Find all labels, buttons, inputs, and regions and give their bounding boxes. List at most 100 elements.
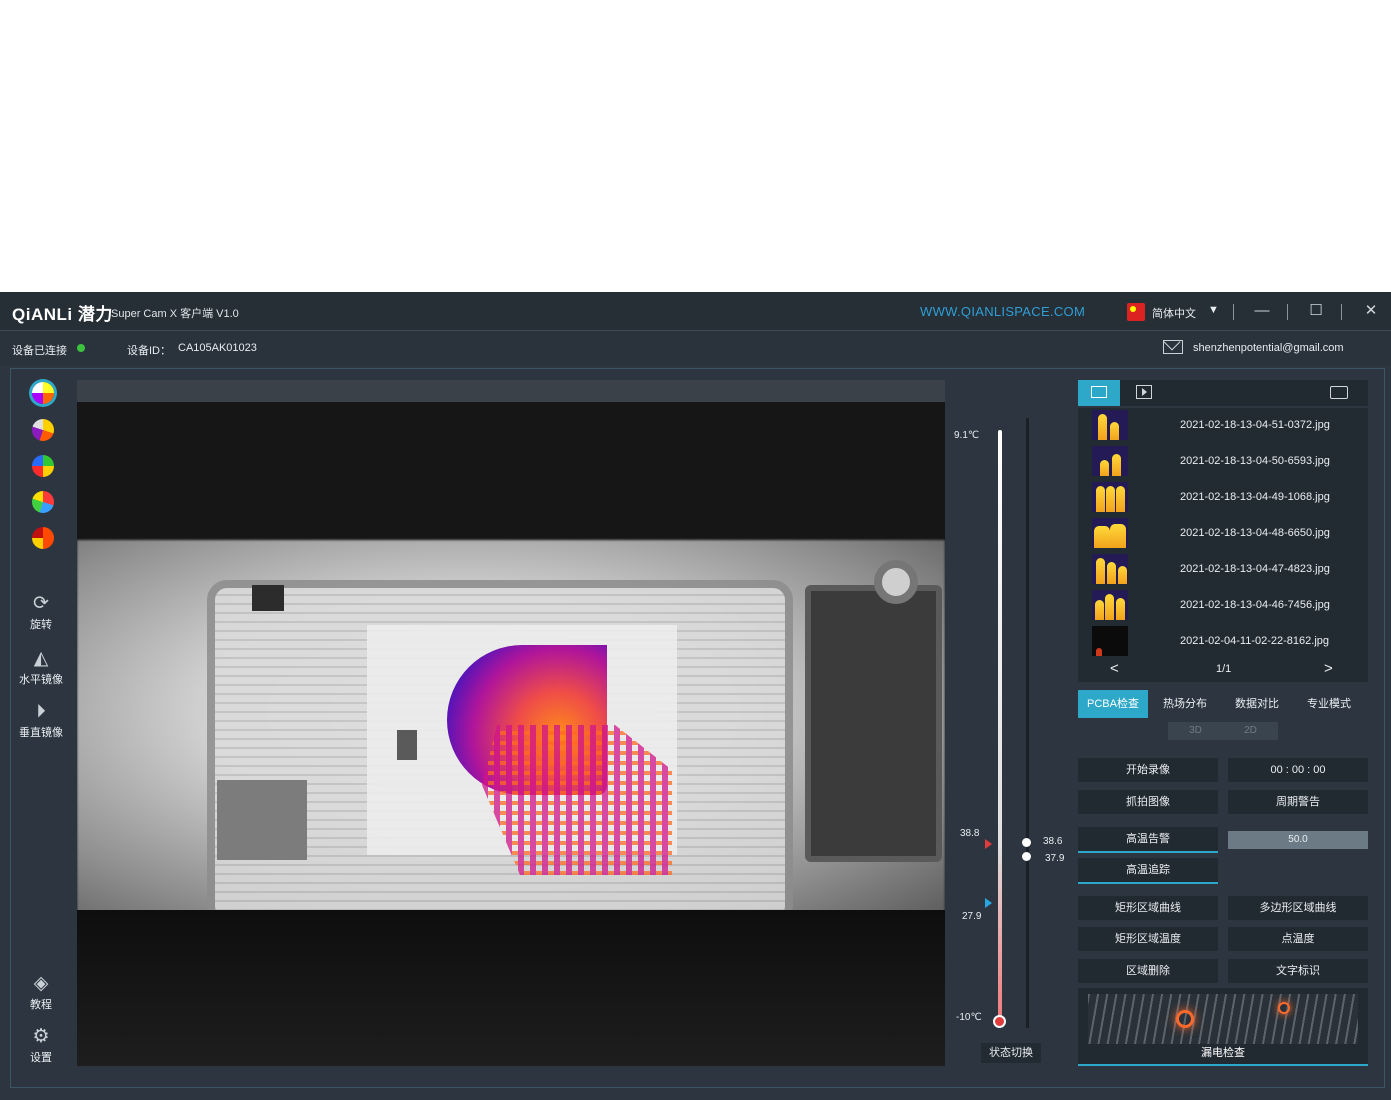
divider bbox=[1233, 304, 1234, 320]
chevron-down-icon[interactable]: ▼ bbox=[1208, 304, 1219, 316]
cursor-markers[interactable] bbox=[1010, 838, 1034, 862]
mirror-horizontal-label: 水平镜像 bbox=[19, 674, 63, 686]
text-mark-button[interactable]: 文字标识 bbox=[1228, 959, 1368, 983]
lower-threshold-marker[interactable] bbox=[985, 898, 992, 908]
snapshot-button[interactable]: 抓拍图像 bbox=[1078, 790, 1218, 814]
upper-threshold-marker[interactable] bbox=[985, 839, 992, 849]
palette-5-icon[interactable] bbox=[32, 527, 54, 549]
gallery-item[interactable]: 2021-02-04-11-02-22-8162.jpg bbox=[1078, 624, 1368, 660]
hotspot-glow-icon bbox=[1278, 1002, 1290, 1014]
device-id-value: CA105AK01023 bbox=[178, 342, 257, 354]
dimension-2d-option[interactable]: 2D bbox=[1223, 722, 1278, 740]
minimize-button[interactable]: — bbox=[1248, 298, 1276, 324]
status-dot-icon bbox=[77, 344, 85, 352]
start-record-button[interactable]: 开始录像 bbox=[1078, 758, 1218, 782]
gallery-item[interactable]: 2021-02-18-13-04-47-4823.jpg bbox=[1078, 552, 1368, 588]
connection-status: 设备已连接 bbox=[12, 345, 67, 357]
dimension-3d-option[interactable]: 3D bbox=[1168, 722, 1223, 740]
gallery-item[interactable]: 2021-02-18-13-04-49-1068.jpg bbox=[1078, 480, 1368, 516]
gallery-item-name: 2021-02-18-13-04-46-7456.jpg bbox=[1180, 599, 1330, 611]
chip bbox=[217, 780, 307, 860]
mirror-vertical-button[interactable]: ⏵ 垂直镜像 bbox=[12, 700, 70, 740]
tab-heat-distribution[interactable]: 热场分布 bbox=[1150, 690, 1220, 718]
left-toolbar: ⟳ 旋转 ◭ 水平镜像 ⏵ 垂直镜像 ◈ 教程 ⚙ 设置 bbox=[12, 372, 70, 1072]
state-switch-button[interactable]: 状态切换 bbox=[981, 1043, 1041, 1063]
status-bar: 设备已连接 设备ID： CA105AK01023 shenzhenpotenti… bbox=[0, 331, 1391, 365]
mode-tabs: PCBA检查 热场分布 数据对比 专业模式 bbox=[1078, 690, 1368, 718]
gallery-pager: < 1/1 > bbox=[1078, 660, 1368, 682]
china-flag-icon bbox=[1127, 303, 1145, 321]
divider bbox=[1341, 304, 1342, 320]
rect-temp-button[interactable]: 矩形区域温度 bbox=[1078, 927, 1218, 951]
gallery-item[interactable]: 2021-02-18-13-04-50-6593.jpg bbox=[1078, 444, 1368, 480]
view-top-band bbox=[77, 380, 945, 402]
tab-pcba-check[interactable]: PCBA检查 bbox=[1078, 690, 1148, 718]
circuit-image bbox=[1088, 994, 1358, 1044]
high-temp-track-button[interactable]: 高温追踪 bbox=[1078, 858, 1218, 884]
folder-icon[interactable] bbox=[1330, 386, 1348, 399]
rect-curve-button[interactable]: 矩形区域曲线 bbox=[1078, 896, 1218, 920]
cursor-low-dot[interactable] bbox=[1022, 852, 1031, 861]
palette-2-icon[interactable] bbox=[32, 419, 54, 441]
chip bbox=[252, 585, 284, 611]
palette-4-icon[interactable] bbox=[32, 491, 54, 513]
record-timer: 00 : 00 : 00 bbox=[1228, 758, 1368, 782]
layers-icon: ◈ bbox=[33, 973, 49, 994]
gallery-item-name: 2021-02-18-13-04-51-0372.jpg bbox=[1180, 419, 1330, 431]
palette-ironbow-icon[interactable] bbox=[32, 382, 54, 404]
gallery-item-name: 2021-02-18-13-04-50-6593.jpg bbox=[1180, 455, 1330, 467]
next-page-button[interactable]: > bbox=[1324, 660, 1333, 677]
thermal-image-view[interactable] bbox=[77, 380, 945, 1066]
gallery-item-name: 2021-02-18-13-04-49-1068.jpg bbox=[1180, 491, 1330, 503]
chip bbox=[397, 730, 417, 760]
settings-button[interactable]: ⚙ 设置 bbox=[12, 1025, 70, 1065]
temperature-scale-bar[interactable] bbox=[998, 430, 1002, 1020]
thumbnail bbox=[1092, 518, 1128, 548]
rotate-label: 旋转 bbox=[30, 619, 52, 631]
language-select[interactable]: 简体中文 bbox=[1152, 305, 1196, 321]
periodic-warning-button[interactable]: 周期警告 bbox=[1228, 790, 1368, 814]
mirror-vertical-label: 垂直镜像 bbox=[19, 727, 63, 739]
cursor-track[interactable] bbox=[1026, 418, 1029, 1028]
rotate-icon: ⟳ bbox=[33, 593, 49, 614]
hotspot-glow-icon bbox=[1176, 1010, 1194, 1028]
high-temp-alarm-button[interactable]: 高温告警 bbox=[1078, 827, 1218, 853]
scale-max-label: 9.1℃ bbox=[954, 430, 980, 441]
palette-rainbow-icon[interactable] bbox=[32, 455, 54, 477]
cursor-high-dot[interactable] bbox=[1022, 838, 1031, 847]
tab-pro-mode[interactable]: 专业模式 bbox=[1294, 690, 1364, 718]
video-tab-icon[interactable] bbox=[1136, 385, 1152, 399]
tutorial-button[interactable]: ◈ 教程 bbox=[12, 972, 70, 1012]
leak-check-button[interactable]: 漏电检查 bbox=[1078, 988, 1368, 1066]
thumbnail bbox=[1092, 410, 1128, 440]
rotate-button[interactable]: ⟳ 旋转 bbox=[12, 592, 70, 632]
mirror-vertical-icon: ⏵ bbox=[36, 701, 46, 722]
gallery-item-name: 2021-02-18-13-04-48-6650.jpg bbox=[1180, 527, 1330, 539]
image-tab-icon[interactable] bbox=[1078, 380, 1120, 406]
maximize-button[interactable]: ☐ bbox=[1302, 298, 1330, 324]
thumbnail bbox=[1092, 554, 1128, 584]
gallery-item-name: 2021-02-04-11-02-22-8162.jpg bbox=[1180, 635, 1330, 647]
point-temp-button[interactable]: 点温度 bbox=[1228, 927, 1368, 951]
gallery-item-name: 2021-02-18-13-04-47-4823.jpg bbox=[1180, 563, 1330, 575]
scale-knob[interactable] bbox=[993, 1015, 1006, 1028]
contact-email[interactable]: shenzhenpotential@gmail.com bbox=[1193, 342, 1344, 354]
tab-data-compare[interactable]: 数据对比 bbox=[1222, 690, 1292, 718]
gallery-item[interactable]: 2021-02-18-13-04-48-6650.jpg bbox=[1078, 516, 1368, 552]
mirror-horizontal-button[interactable]: ◭ 水平镜像 bbox=[12, 647, 70, 687]
prev-page-button[interactable]: < bbox=[1110, 660, 1119, 677]
gallery-item[interactable]: 2021-02-18-13-04-51-0372.jpg bbox=[1078, 408, 1368, 444]
close-button[interactable]: ✕ bbox=[1357, 298, 1385, 324]
poly-curve-button[interactable]: 多边形区域曲线 bbox=[1228, 896, 1368, 920]
leak-check-label: 漏电检查 bbox=[1201, 1047, 1245, 1059]
app-logo: QiANLi 潜力 bbox=[12, 305, 113, 324]
thumbnail bbox=[1092, 590, 1128, 620]
region-delete-button[interactable]: 区域删除 bbox=[1078, 959, 1218, 983]
right-panel: 2021-02-18-13-04-51-0372.jpg 2021-02-18-… bbox=[1078, 376, 1368, 1076]
gallery-item[interactable]: 2021-02-18-13-04-46-7456.jpg bbox=[1078, 588, 1368, 624]
website-link[interactable]: WWW.QIANLISPACE.COM bbox=[920, 304, 1085, 319]
cursor-high-value: 38.6 bbox=[1043, 836, 1063, 847]
thumbnail bbox=[1092, 446, 1128, 476]
alarm-threshold-input[interactable]: 50.0 bbox=[1228, 831, 1368, 849]
gear-icon: ⚙ bbox=[32, 1026, 50, 1047]
